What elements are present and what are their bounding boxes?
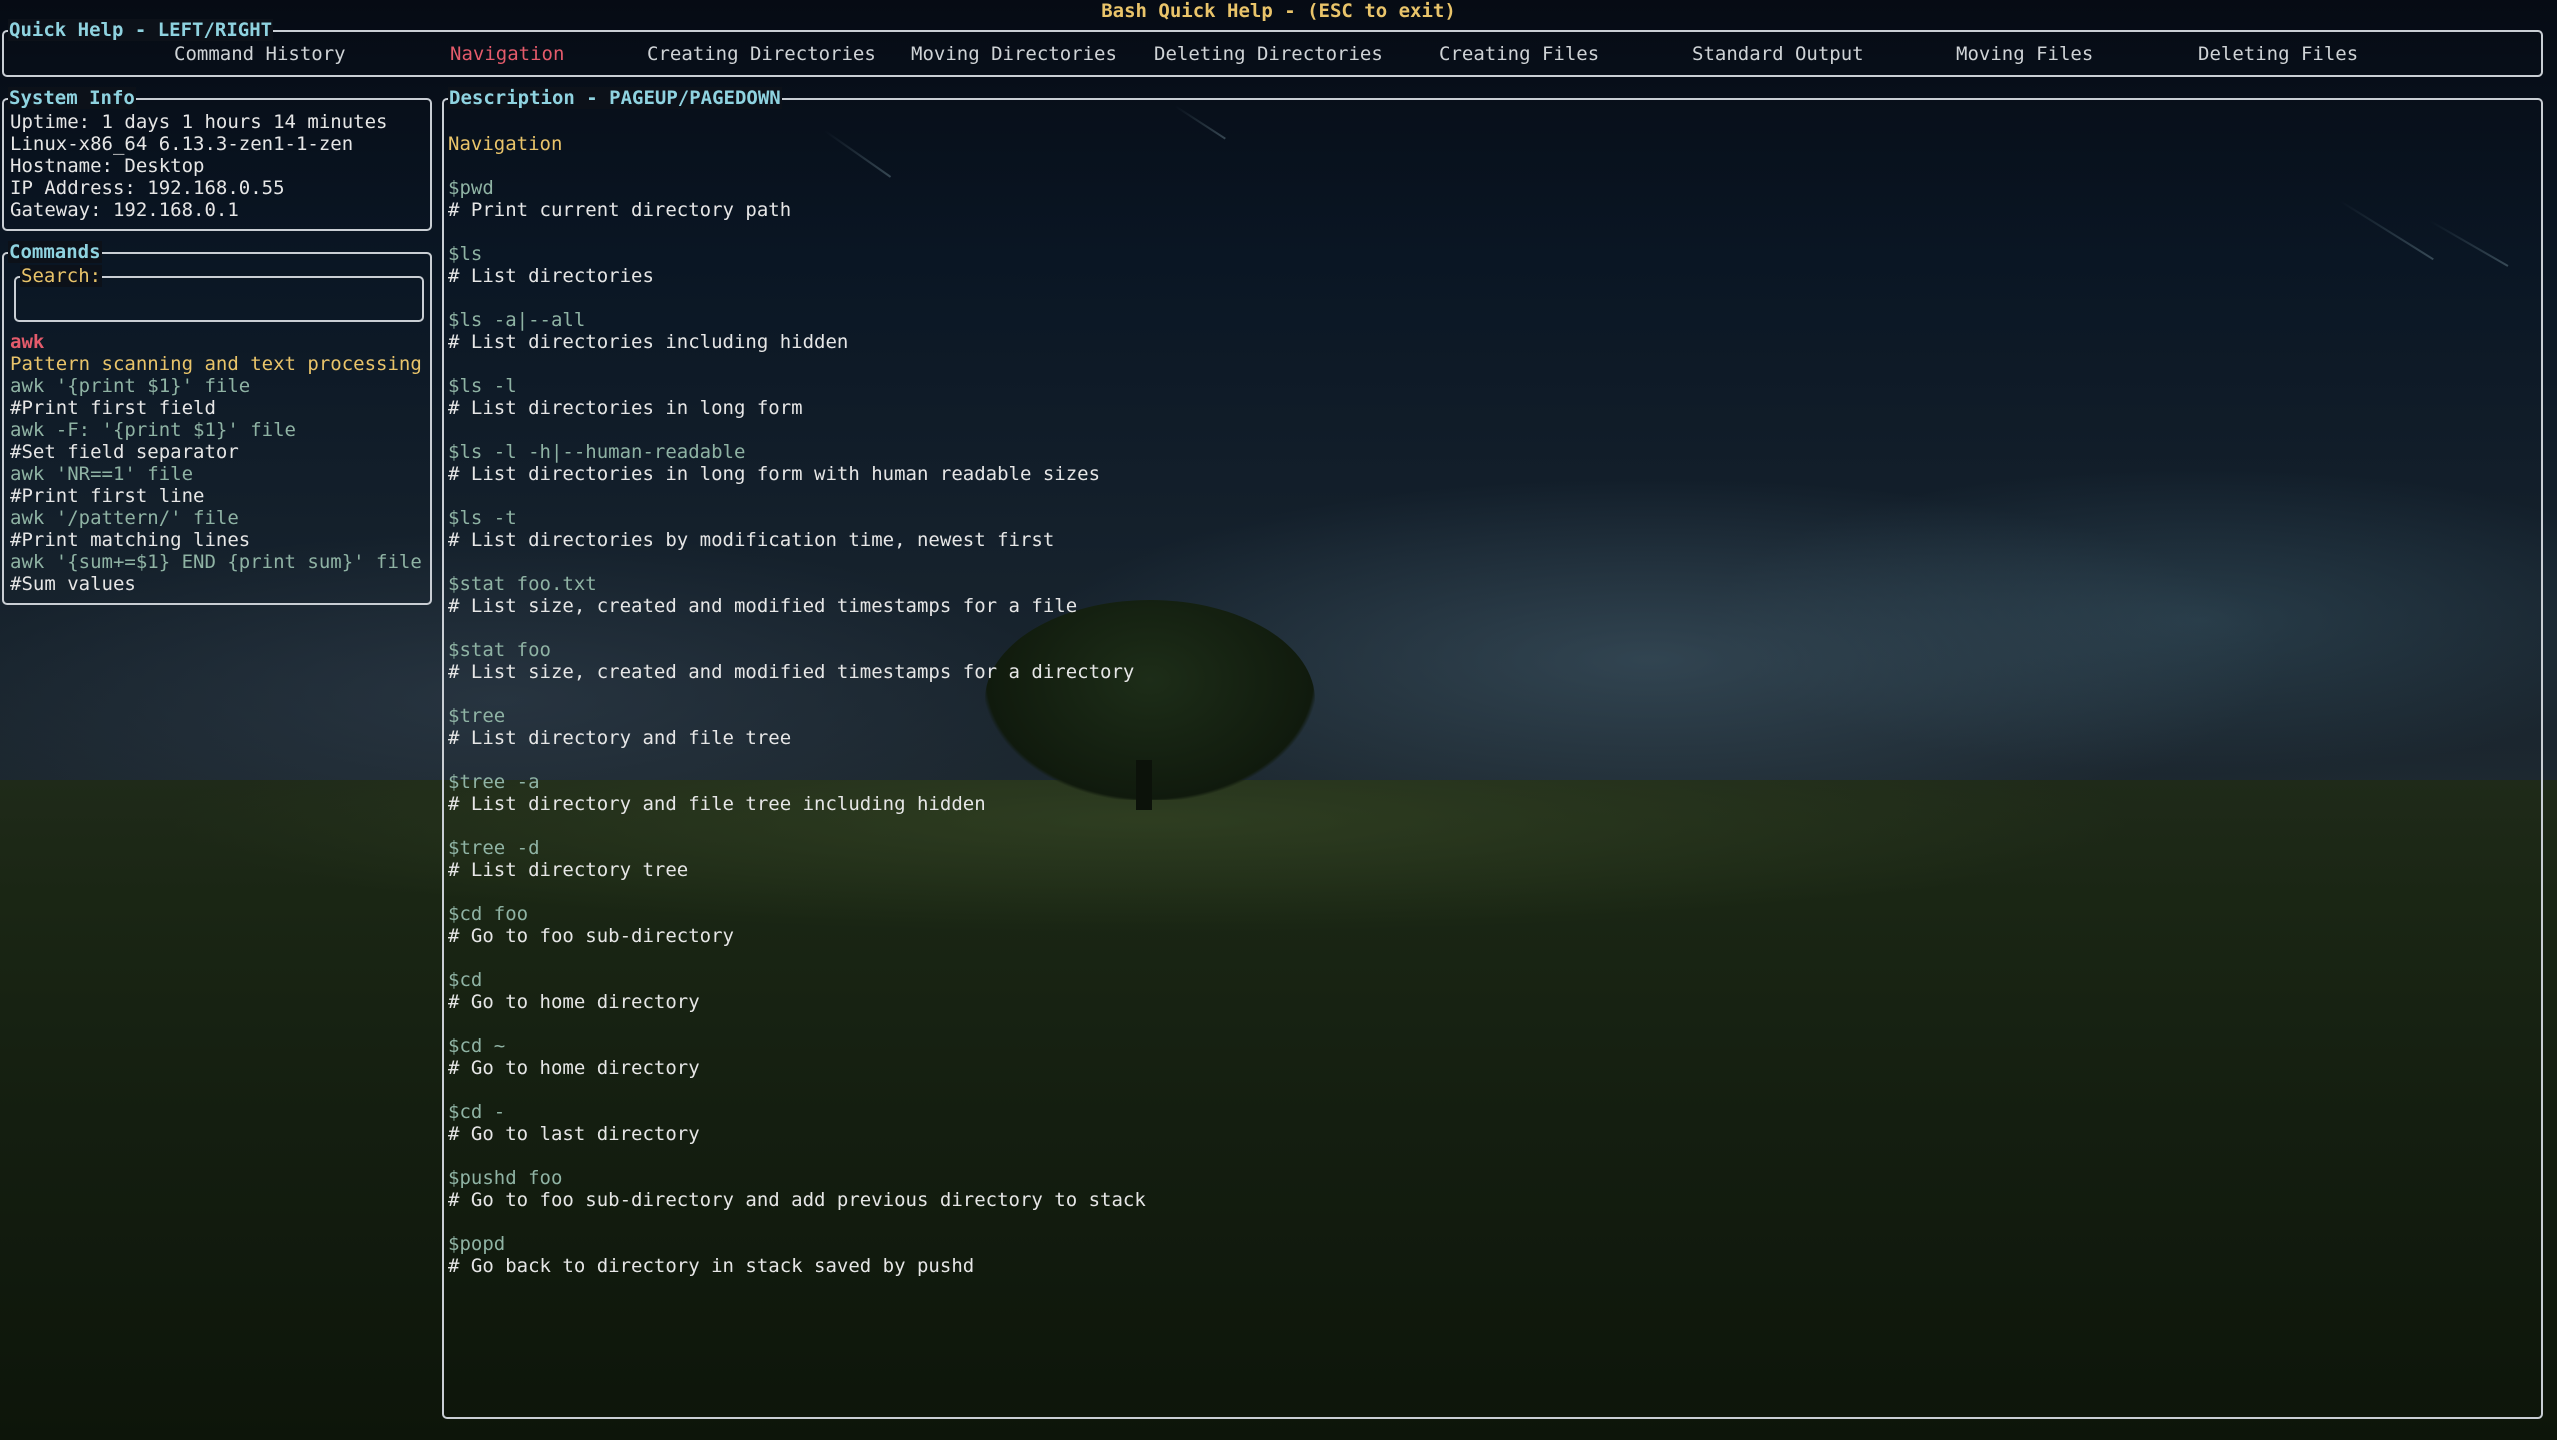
list-item: $cd foo # Go to foo sub-directory (448, 903, 1146, 947)
example-comment: #Print first line (10, 485, 205, 507)
ip-address-text: IP Address: 192.168.0.55 (10, 177, 285, 199)
entry-command: $cd (448, 969, 483, 991)
list-item: $tree # List directory and file tree (448, 705, 1146, 749)
entry-command: $tree (448, 705, 506, 727)
tab-moving-files[interactable]: Moving Files (1956, 43, 2093, 65)
quick-help-label: Quick Help - LEFT/RIGHT (8, 19, 274, 41)
entry-comment: # Go to home directory (448, 1057, 700, 1079)
example-code: awk 'NR==1' file (10, 463, 194, 485)
entry-comment: # List directory and file tree (448, 727, 792, 749)
entry-comment: # List directories by modification time,… (448, 529, 1055, 551)
entry-comment: # List directory and file tree including… (448, 793, 986, 815)
entry-command: $ls (448, 243, 483, 265)
entry-comment: # Go back to directory in stack saved by… (448, 1255, 975, 1277)
example-comment: #Set field separator (10, 441, 239, 463)
entry-comment: # Print current directory path (448, 199, 792, 221)
tab-command-history[interactable]: Command History (174, 43, 346, 65)
example-comment: #Print first field (10, 397, 216, 419)
example-code: awk '{print $1}' file (10, 375, 251, 397)
commands-panel: Commands Search: awk Pattern scanning an… (2, 241, 432, 605)
description-body: Navigation $pwd # Print current directory… (448, 133, 1146, 1299)
entry-command: $popd (448, 1233, 506, 1255)
entry-comment: # List size, created and modified timest… (448, 595, 1078, 617)
commands-label: Commands (8, 241, 102, 263)
entry-command: $tree -d (448, 837, 540, 859)
search-input[interactable] (22, 288, 416, 314)
entry-comment: # Go to foo sub-directory and add previo… (448, 1189, 1146, 1211)
list-item: $popd # Go back to directory in stack sav… (448, 1233, 1146, 1277)
entry-comment: # Go to last directory (448, 1123, 700, 1145)
search-label: Search: (20, 265, 103, 287)
example-comment: #Sum values (10, 573, 136, 595)
kernel-text: Linux-x86_64 6.13.3-zen1-1-zen (10, 133, 354, 155)
search-box[interactable]: Search: (14, 265, 424, 322)
list-item: $tree -a # List directory and file tree i… (448, 771, 1146, 815)
entry-command: $stat foo (448, 639, 551, 661)
entry-comment: # List directories in long form with hum… (448, 463, 1101, 485)
list-item: $pwd # Print current directory path (448, 177, 1146, 221)
description-label: Description - PAGEUP/PAGEDOWN (448, 87, 782, 109)
window-title: Bash Quick Help - (ESC to exit) (1101, 0, 1456, 22)
entry-command: $ls -a|--all (448, 309, 586, 331)
terminal-ui: Bash Quick Help - (ESC to exit) Quick He… (0, 0, 2557, 1440)
command-description: Pattern scanning and text processing (10, 353, 422, 375)
category-tabs: Command History Navigation Creating Dire… (4, 43, 2541, 65)
entry-comment: # List size, created and modified timest… (448, 661, 1135, 683)
entry-command: $pushd foo (448, 1167, 563, 1189)
list-item: $ls -l -h|--human-readable # List directo… (448, 441, 1146, 485)
entry-comment: # Go to foo sub-directory (448, 925, 734, 947)
list-item: $ls -t # List directories by modification… (448, 507, 1146, 551)
entry-command: $pwd (448, 177, 494, 199)
example-code: awk '{sum+=$1} END {print sum}' file (10, 551, 422, 573)
command-name: awk (10, 331, 45, 353)
entry-command: $ls -t (448, 507, 517, 529)
uptime-text: Uptime: 1 days 1 hours 14 minutes (10, 111, 388, 133)
entry-command: $stat foo.txt (448, 573, 597, 595)
tab-creating-files[interactable]: Creating Files (1439, 43, 1599, 65)
entry-command: $tree -a (448, 771, 540, 793)
entry-comment: # List directories (448, 265, 654, 287)
entry-comment: # Go to home directory (448, 991, 700, 1013)
list-item: $tree -d # List directory tree (448, 837, 1146, 881)
gateway-text: Gateway: 192.168.0.1 (10, 199, 239, 221)
example-comment: #Print matching lines (10, 529, 251, 551)
list-item: $ls -a|--all # List directories including… (448, 309, 1146, 353)
tab-moving-directories[interactable]: Moving Directories (911, 43, 1117, 65)
entry-command: $cd - (448, 1101, 506, 1123)
entry-comment: # List directories including hidden (448, 331, 849, 353)
description-panel[interactable]: Description - PAGEUP/PAGEDOWN Navigation… (442, 87, 2543, 1419)
tab-standard-output[interactable]: Standard Output (1692, 43, 1864, 65)
list-item: $ls # List directories (448, 243, 1146, 287)
entry-command: $cd ~ (448, 1035, 506, 1057)
list-item: $pushd foo # Go to foo sub-directory and … (448, 1167, 1146, 1211)
example-code: awk -F: '{print $1}' file (10, 419, 296, 441)
tab-creating-directories[interactable]: Creating Directories (647, 43, 876, 65)
entry-command: $ls -l (448, 375, 517, 397)
entry-comment: # List directory tree (448, 859, 689, 881)
list-item: $ls -l # List directories in long form (448, 375, 1146, 419)
list-item: $cd - # Go to last directory (448, 1101, 1146, 1145)
hostname-text: Hostname: Desktop (10, 155, 205, 177)
list-item: $cd # Go to home directory (448, 969, 1146, 1013)
entry-comment: # List directories in long form (448, 397, 803, 419)
description-title: Navigation (448, 133, 563, 155)
list-item: $stat foo.txt # List size, created and mo… (448, 573, 1146, 617)
tab-navigation[interactable]: Navigation (450, 43, 564, 65)
entry-command: $ls -l -h|--human-readable (448, 441, 746, 463)
command-detail: awk Pattern scanning and text processing… (10, 331, 422, 595)
system-info-lines: Uptime: 1 days 1 hours 14 minutes Linux-… (10, 111, 388, 221)
tab-deleting-files[interactable]: Deleting Files (2198, 43, 2358, 65)
tab-deleting-directories[interactable]: Deleting Directories (1154, 43, 1383, 65)
system-info-label: System Info (8, 87, 136, 109)
list-item: $stat foo # List size, created and modifi… (448, 639, 1146, 683)
entry-command: $cd foo (448, 903, 529, 925)
example-code: awk '/pattern/' file (10, 507, 239, 529)
quick-help-panel: Quick Help - LEFT/RIGHT Command History … (2, 19, 2543, 77)
list-item: $cd ~ # Go to home directory (448, 1035, 1146, 1079)
system-info-panel: System Info Uptime: 1 days 1 hours 14 mi… (2, 87, 432, 231)
